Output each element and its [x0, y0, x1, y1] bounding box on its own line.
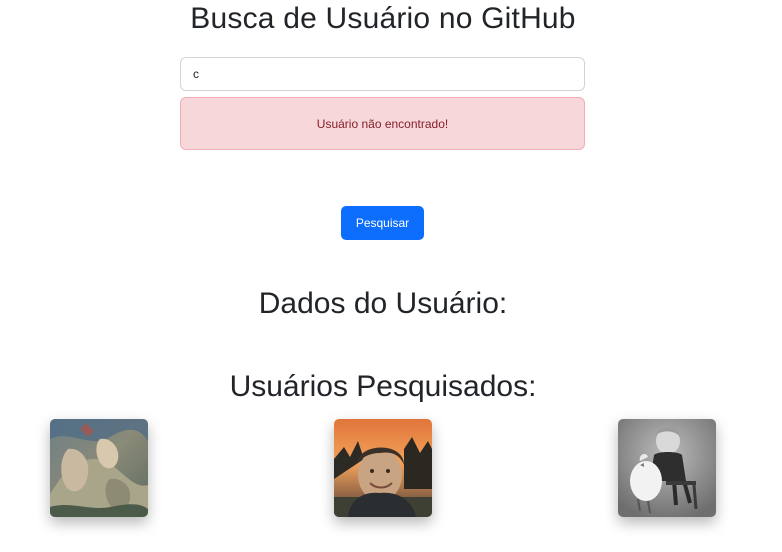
page-title: Busca de Usuário no GitHub	[190, 2, 576, 35]
avatar-image	[618, 419, 716, 517]
alert-message: Usuário não encontrado!	[316, 116, 449, 131]
page: Busca de Usuário no GitHub Usuário não e…	[0, 0, 782, 552]
user-not-found-alert: Usuário não encontrado!	[180, 97, 585, 150]
user-data-heading: Dados do Usuário:	[258, 287, 508, 320]
searched-users-heading: Usuários Pesquisados:	[229, 370, 537, 403]
searched-user-avatar-3[interactable]	[618, 419, 716, 517]
search-button[interactable]: Pesquisar	[341, 206, 424, 240]
searched-user-avatar-1[interactable]	[50, 419, 148, 517]
avatar-image	[334, 419, 432, 517]
searched-user-avatar-2[interactable]	[334, 419, 432, 517]
username-search-input[interactable]	[180, 57, 585, 91]
avatar-image	[50, 419, 148, 517]
